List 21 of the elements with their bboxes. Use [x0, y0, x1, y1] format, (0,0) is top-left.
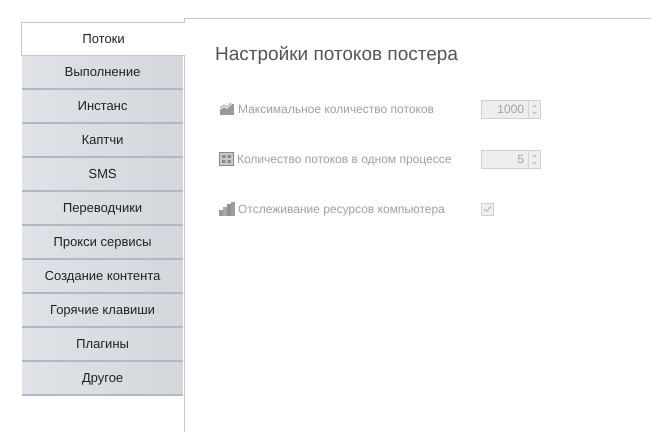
tab[interactable]: Переводчики	[22, 192, 183, 226]
setting-label: Отслеживание ресурсов компьютера	[238, 201, 445, 218]
tab[interactable]: Потоки	[21, 22, 185, 56]
tab[interactable]: Прокси сервисы	[22, 226, 183, 260]
tab[interactable]: Выполнение	[22, 56, 183, 90]
tab[interactable]: Горячие клавиши	[22, 294, 183, 328]
spinner-value: 5	[516, 150, 525, 168]
grid-icon	[219, 152, 234, 166]
tab[interactable]: Плагины	[22, 328, 183, 362]
tab[interactable]: Каптчи	[22, 124, 183, 158]
setting-label: Максимальное количество потоков	[238, 101, 434, 118]
spinner-value: 1000	[496, 100, 525, 118]
chart-rising-icon	[219, 102, 235, 116]
setting-label: Количество потоков в одном процессе	[237, 151, 452, 168]
bar-chart-icon	[219, 202, 235, 216]
tab[interactable]: Другое	[22, 362, 183, 396]
tab[interactable]: Инстанс	[22, 90, 183, 124]
panel-title: Настройки потоков постера	[215, 43, 459, 67]
check-icon	[483, 205, 492, 213]
tab[interactable]: SMS	[22, 158, 183, 192]
tab[interactable]: Создание контента	[22, 260, 183, 294]
